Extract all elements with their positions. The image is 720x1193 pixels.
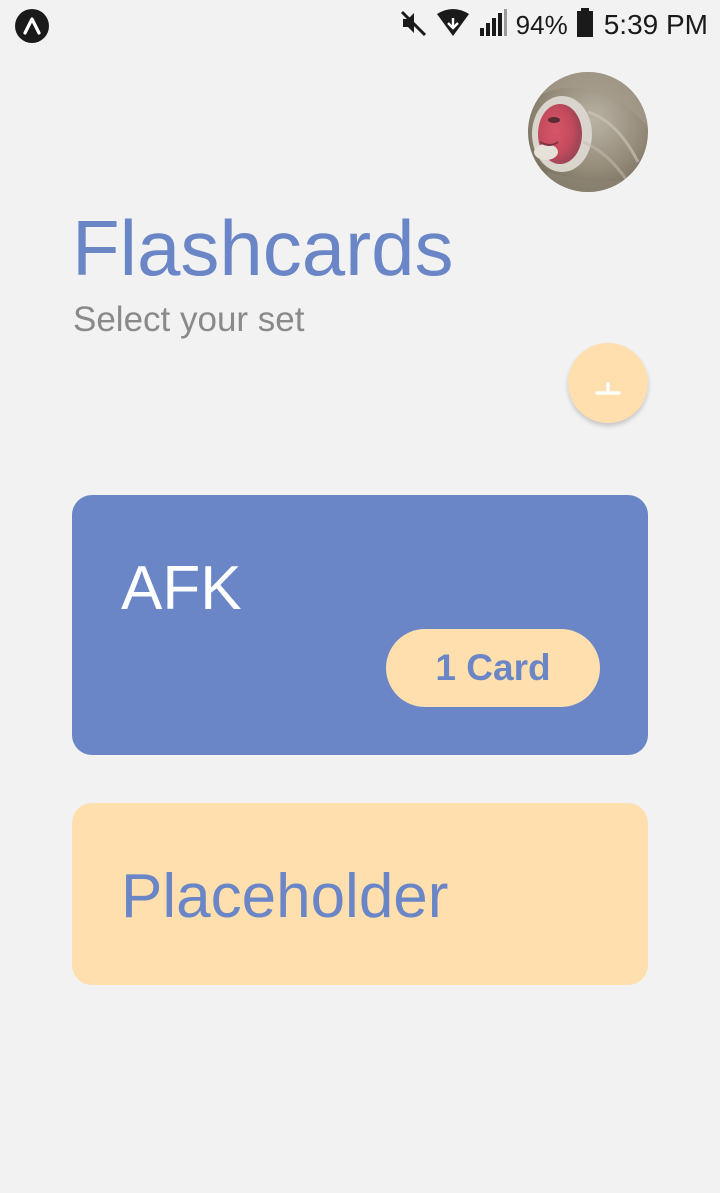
set-title: AFK [121,554,242,623]
wifi-icon [436,8,470,43]
set-card-placeholder[interactable]: Placeholder [72,803,648,985]
battery-icon [576,7,594,43]
avatar[interactable] [528,72,648,192]
status-bar: 94% 5:39 PM [0,0,720,50]
add-set-button[interactable] [568,343,648,423]
app-screen: 94% 5:39 PM Flashcards Select your set A… [0,0,720,1193]
clock-time: 5:39 PM [603,9,708,40]
signal-icon [478,8,508,43]
page-subtitle: Select your set [73,300,305,339]
set-title: Placeholder [121,862,449,931]
battery-percent: 94% [515,9,568,40]
app-indicator-icon [15,9,49,43]
mute-icon [398,8,428,43]
set-card-afk[interactable]: AFK 1 Card [72,495,648,755]
status-icons: 94% 5:39 PM [398,7,708,43]
page-title: Flashcards [72,204,454,292]
card-count-badge: 1 Card [386,629,600,707]
